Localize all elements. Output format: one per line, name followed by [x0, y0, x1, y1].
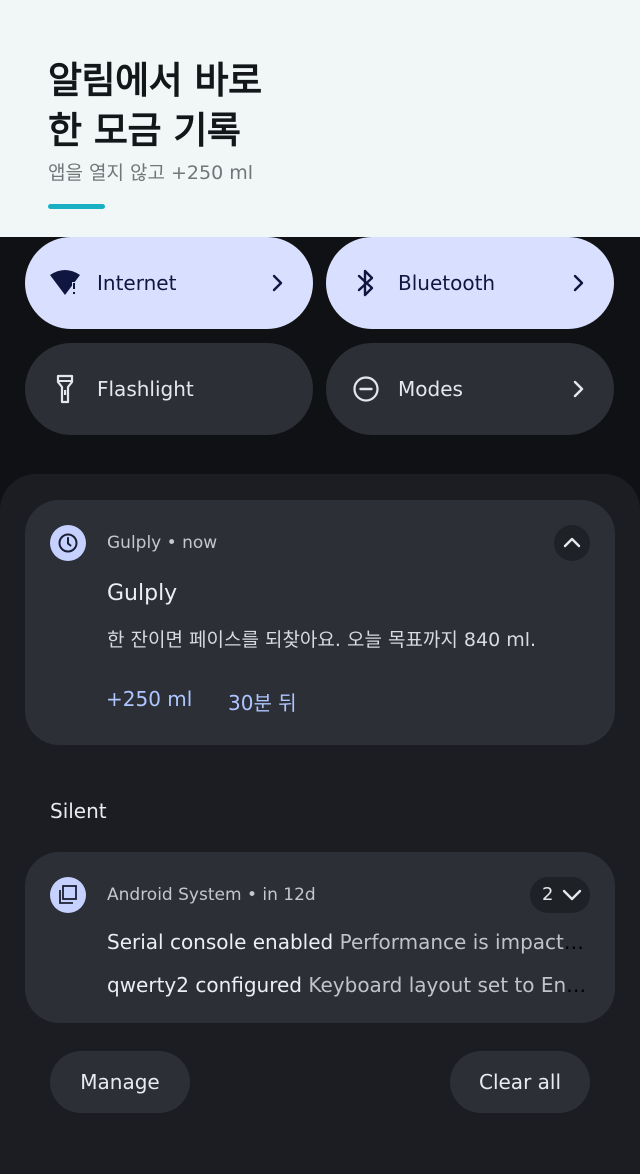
group-row-title: qwerty2 configured [107, 973, 302, 997]
notification-time: now [182, 533, 218, 553]
group-row[interactable]: qwerty2 configured Keyboard layout set t… [107, 973, 587, 997]
notification-title: Gulply [107, 581, 178, 606]
group-app-line: Android System • in 12d [107, 885, 316, 905]
collapse-button[interactable] [554, 525, 590, 561]
chevron-up-icon [563, 537, 581, 548]
android-system-icon [50, 877, 86, 913]
notification-text: 한 잔이면 페이스를 되찾아요. 오늘 목표까지 840 ml. [107, 629, 537, 651]
tile-flashlight[interactable]: Flashlight [25, 343, 313, 435]
gulply-notification[interactable]: Gulply • now Gulply 한 잔이면 페이스를 되찾아요. 오늘 … [25, 500, 615, 745]
group-count: 2 [542, 884, 554, 905]
group-expand-button[interactable]: 2 [530, 877, 590, 913]
group-row[interactable]: Serial console enabled Performance is im… [107, 930, 587, 954]
tile-bluetooth[interactable]: Bluetooth [326, 237, 614, 329]
group-time: in 12d [262, 885, 316, 905]
action-add-250ml-button[interactable]: +250 ml [106, 687, 192, 711]
group-row-text: Keyboard layout set to English (US). Tap… [308, 973, 587, 997]
do-not-disturb-icon [350, 373, 382, 405]
promo-title-line1: 알림에서 바로 [48, 59, 262, 102]
wifi-warning-icon [49, 267, 81, 299]
bluetooth-icon [350, 267, 382, 299]
android-system-notification-group[interactable]: Android System • in 12d 2 Serial console… [25, 852, 615, 1023]
chevron-right-icon [573, 274, 584, 292]
promo-title: 알림에서 바로 한 모금 기록 [48, 56, 608, 156]
notification-separator: • [166, 533, 177, 553]
silent-section-header: Silent [50, 799, 107, 823]
tile-flashlight-label: Flashlight [97, 377, 194, 401]
chevron-right-icon [272, 274, 283, 292]
clear-all-button[interactable]: Clear all [450, 1051, 590, 1113]
accent-bar [48, 204, 105, 209]
tile-internet-label: Internet [97, 271, 177, 295]
flashlight-icon [49, 373, 81, 405]
group-row-title: Serial console enabled [107, 930, 334, 954]
notification-app-name: Gulply [107, 533, 162, 553]
promo-subtitle: 앱을 열지 않고 +250 ml [48, 162, 254, 184]
group-separator: • [246, 885, 257, 905]
tile-internet[interactable]: Internet [25, 237, 313, 329]
promo-title-line2: 한 모금 기록 [48, 109, 241, 152]
group-app-name: Android System [107, 885, 242, 905]
chevron-right-icon [573, 380, 584, 398]
notification-app-line: Gulply • now [107, 533, 217, 553]
action-snooze-30min-button[interactable]: 30분 뒤 [228, 687, 297, 716]
group-row-text: Performance is impacted. To disable, che… [339, 930, 587, 954]
promo-header: 알림에서 바로 한 모금 기록 앱을 열지 않고 +250 ml [0, 0, 640, 237]
tile-modes[interactable]: Modes [326, 343, 614, 435]
chevron-down-icon [562, 889, 582, 901]
tile-bluetooth-label: Bluetooth [398, 271, 496, 295]
tile-modes-label: Modes [398, 377, 463, 401]
alarm-icon [50, 525, 86, 561]
manage-button[interactable]: Manage [50, 1051, 190, 1113]
